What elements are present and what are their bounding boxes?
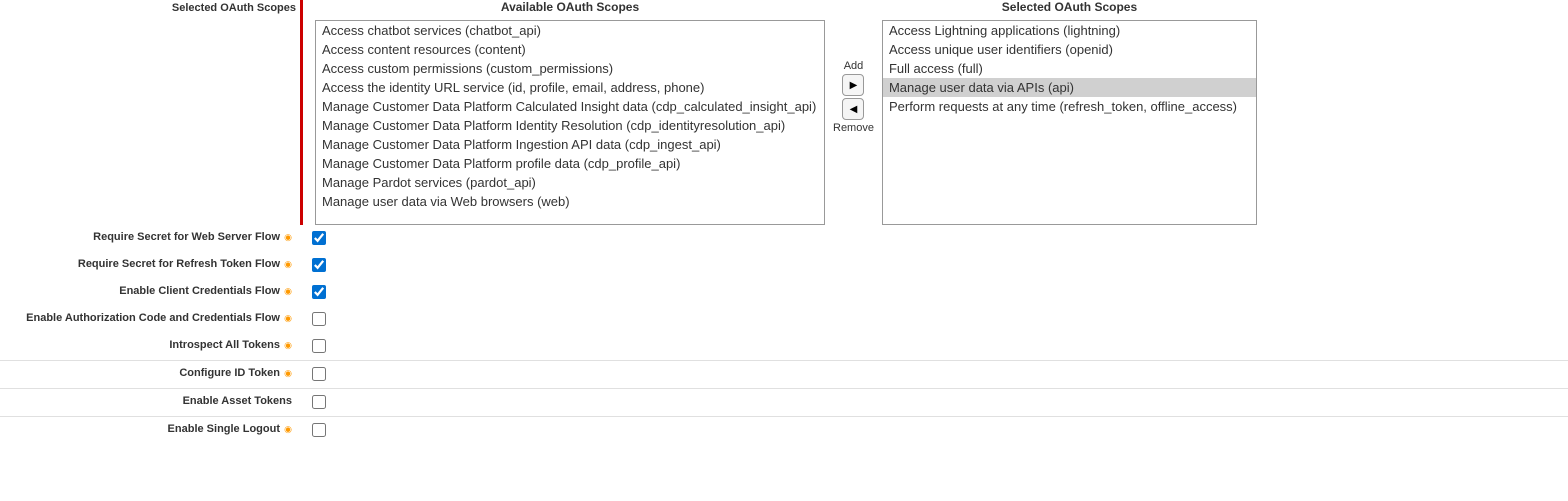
oauth-scopes-row: Selected OAuth Scopes Available OAuth Sc… [0,0,1568,225]
available-scope-item[interactable]: Manage Customer Data Platform Identity R… [316,116,824,135]
selected-scope-item[interactable]: Perform requests at any time (refresh_to… [883,97,1256,116]
triangle-right-icon: ▶ [850,80,858,91]
enable-client-credentials-checkbox[interactable] [312,285,326,299]
enable-auth-code-credentials-checkbox[interactable] [312,312,326,326]
configure-id-token-row: Configure ID Token◉ [0,360,1568,388]
require-secret-refresh-label: Require Secret for Refresh Token Flow◉ [0,256,300,270]
available-header: Available OAuth Scopes [501,0,639,14]
require-secret-web-label: Require Secret for Web Server Flow◉ [0,229,300,243]
enable-single-logout-row: Enable Single Logout◉ [0,416,1568,444]
selected-scopes-list[interactable]: Access Lightning applications (lightning… [882,20,1257,225]
oauth-scopes-label: Selected OAuth Scopes [0,0,300,225]
selected-header: Selected OAuth Scopes [1002,0,1137,14]
enable-asset-tokens-checkbox[interactable] [312,395,326,409]
available-scope-item[interactable]: Access the identity URL service (id, pro… [316,78,824,97]
configure-id-token-label: Configure ID Token◉ [0,365,300,379]
help-icon[interactable]: ◉ [282,340,292,350]
help-icon[interactable]: ◉ [282,313,292,323]
enable-asset-tokens-row: Enable Asset Tokens [0,388,1568,416]
help-icon[interactable]: ◉ [282,286,292,296]
remove-button[interactable]: ◀ [842,98,864,120]
enable-auth-code-credentials-row: Enable Authorization Code and Credential… [0,306,1568,333]
introspect-all-tokens-label: Introspect All Tokens◉ [0,337,300,351]
triangle-left-icon: ◀ [850,104,858,115]
available-scope-item[interactable]: Manage Customer Data Platform profile da… [316,154,824,173]
oauth-scopes-value: Available OAuth Scopes Access chatbot se… [303,0,1568,225]
add-label: Add [844,60,864,72]
available-scope-item[interactable]: Access chatbot services (chatbot_api) [316,21,824,40]
enable-client-credentials-row: Enable Client Credentials Flow◉ [0,279,1568,306]
available-scope-item[interactable]: Manage Customer Data Platform Ingestion … [316,135,824,154]
require-secret-web-checkbox[interactable] [312,231,326,245]
selected-scope-item[interactable]: Manage user data via APIs (api) [883,78,1256,97]
add-button[interactable]: ▶ [842,74,864,96]
selected-scope-item[interactable]: Full access (full) [883,59,1256,78]
remove-label: Remove [833,122,874,134]
enable-single-logout-label: Enable Single Logout◉ [0,421,300,435]
available-scopes-list[interactable]: Access chatbot services (chatbot_api)Acc… [315,20,825,225]
available-scope-item[interactable]: Access custom permissions (custom_permis… [316,59,824,78]
available-scope-item[interactable]: Manage user data via Web browsers (web) [316,192,824,211]
enable-single-logout-checkbox[interactable] [312,423,326,437]
selected-scope-item[interactable]: Access unique user identifiers (openid) [883,40,1256,59]
help-icon[interactable]: ◉ [282,232,292,242]
available-scope-item[interactable]: Access content resources (content) [316,40,824,59]
available-column: Available OAuth Scopes Access chatbot se… [315,0,825,225]
enable-auth-code-credentials-label: Enable Authorization Code and Credential… [0,310,300,324]
picklist-buttons: Add ▶ ◀ Remove [833,0,874,134]
enable-asset-tokens-label: Enable Asset Tokens [0,393,300,407]
configure-id-token-checkbox[interactable] [312,367,326,381]
help-icon[interactable]: ◉ [282,259,292,269]
require-secret-refresh-row: Require Secret for Refresh Token Flow◉ [0,252,1568,279]
introspect-all-tokens-checkbox[interactable] [312,339,326,353]
selected-column: Selected OAuth Scopes Access Lightning a… [882,0,1257,225]
enable-client-credentials-label: Enable Client Credentials Flow◉ [0,283,300,297]
help-icon[interactable]: ◉ [282,424,292,434]
available-scope-item[interactable]: Manage Pardot services (pardot_api) [316,173,824,192]
selected-scope-item[interactable]: Access Lightning applications (lightning… [883,21,1256,40]
require-secret-web-row: Require Secret for Web Server Flow◉ [0,225,1568,252]
require-secret-refresh-checkbox[interactable] [312,258,326,272]
help-icon[interactable]: ◉ [282,368,292,378]
available-scope-item[interactable]: Manage Customer Data Platform Calculated… [316,97,824,116]
dual-picklist: Available OAuth Scopes Access chatbot se… [315,0,1568,225]
introspect-all-tokens-row: Introspect All Tokens◉ [0,333,1568,360]
